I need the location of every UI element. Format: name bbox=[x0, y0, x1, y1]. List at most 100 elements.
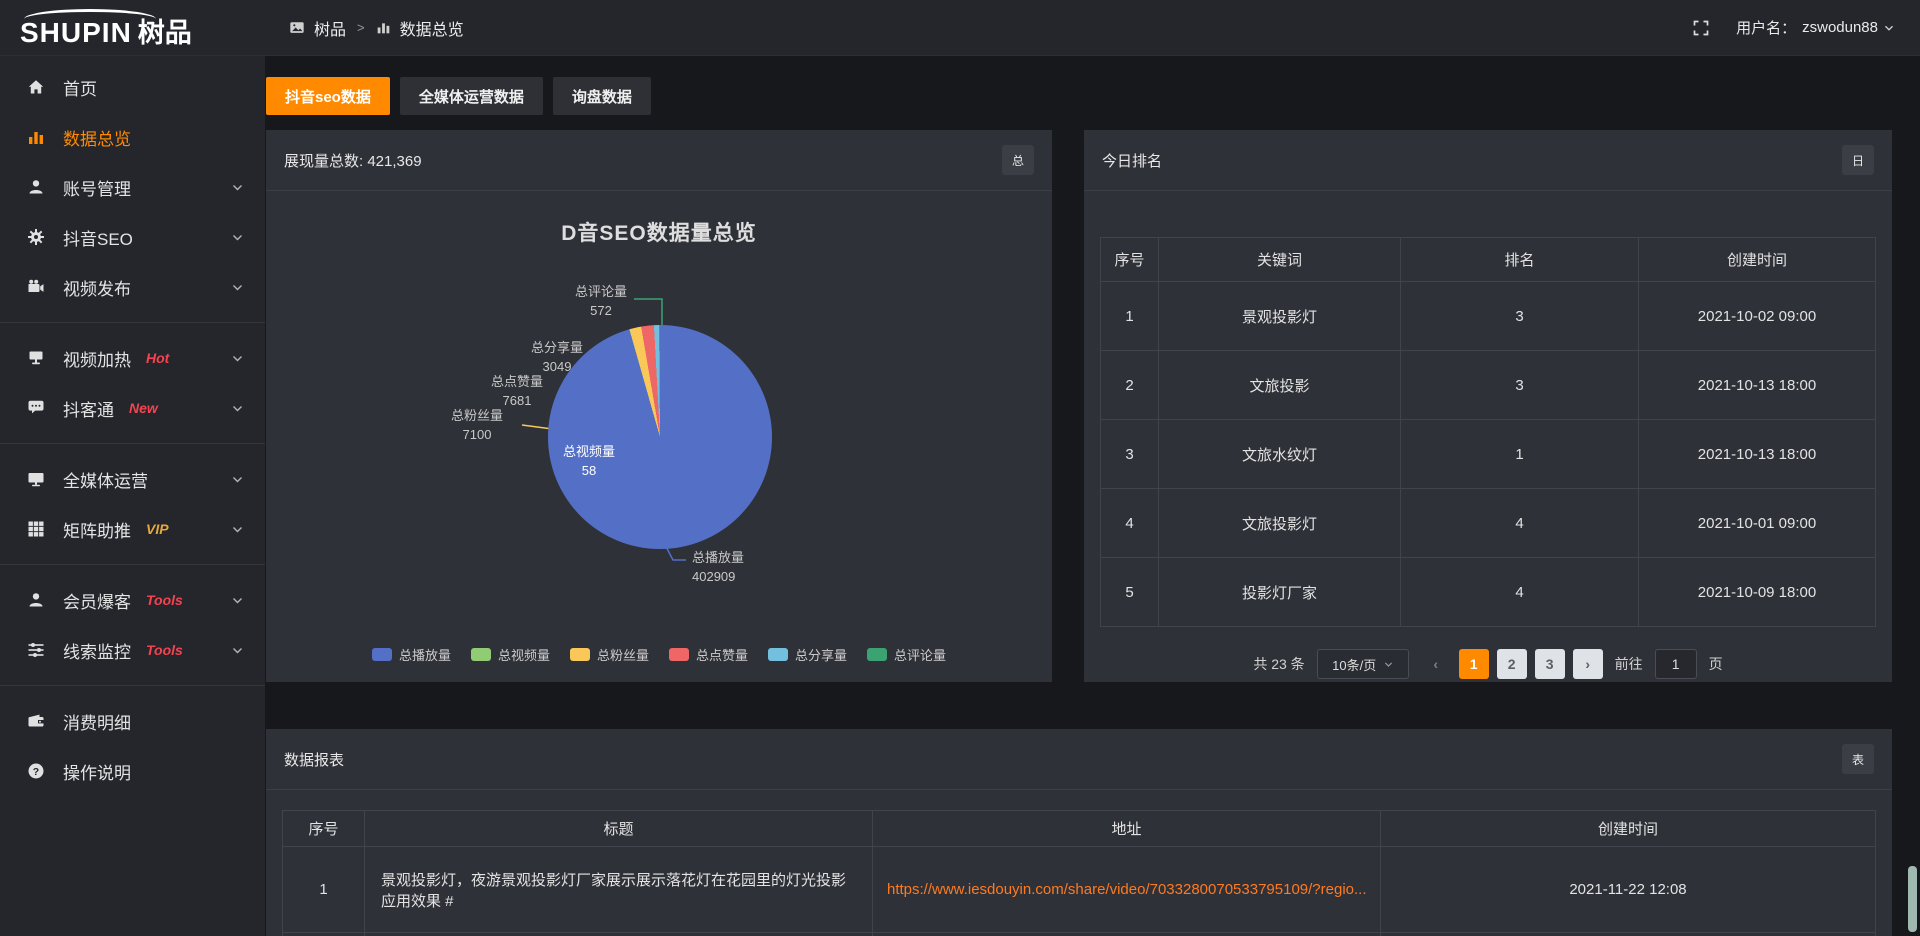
chevron-down-icon bbox=[232, 646, 243, 655]
table-row[interactable]: 1景观投影灯 32021-10-02 09:00 bbox=[1101, 282, 1876, 351]
legend-item[interactable]: 总评论量 bbox=[867, 645, 946, 664]
sidebar-item-label: 视频发布 bbox=[63, 275, 131, 300]
sidebar-item-label: 数据总览 bbox=[63, 125, 131, 150]
report-title-cell: 景观投影灯，夜游景观投影灯厂家展示展示落花灯在花园里的灯光投影应用效果 # bbox=[365, 847, 873, 933]
badge-hot: Hot bbox=[146, 350, 169, 366]
legend-swatch bbox=[867, 648, 887, 661]
legend-item[interactable]: 总粉丝量 bbox=[570, 645, 649, 664]
impressions-label: 展现量总数: bbox=[284, 153, 363, 170]
sidebar-item-video-publish[interactable]: 视频发布 bbox=[0, 262, 265, 312]
sidebar-item-label: 视频加热 bbox=[63, 346, 131, 371]
pagination: 共 23 条 10条/页 ‹ 1 2 3 › 前往 页 bbox=[1100, 649, 1876, 679]
logo-text-en: SHUPIN bbox=[20, 19, 132, 47]
sidebar-item-media-operation[interactable]: 全媒体运营 bbox=[0, 454, 265, 504]
impressions-value: 421,369 bbox=[367, 153, 421, 170]
table-row[interactable]: 5投影灯厂家 42021-10-09 18:00 bbox=[1101, 558, 1876, 627]
page-size-select[interactable]: 10条/页 bbox=[1317, 649, 1409, 679]
sidebar-item-consumption[interactable]: 消费明细 bbox=[0, 696, 265, 746]
sidebar-item-label: 抖音SEO bbox=[63, 225, 133, 250]
home-icon bbox=[27, 78, 47, 96]
badge-new: New bbox=[129, 400, 158, 416]
sidebar-item-account[interactable]: 账号管理 bbox=[0, 162, 265, 212]
pie-label-videos: 总视频量58 bbox=[544, 443, 634, 481]
sidebar-item-douketong[interactable]: 抖客通 New bbox=[0, 383, 265, 433]
table-view-button[interactable]: 表 bbox=[1842, 744, 1874, 774]
chevron-down-icon bbox=[232, 233, 243, 242]
legend-item[interactable]: 总播放量 bbox=[372, 645, 451, 664]
sidebar-item-video-heat[interactable]: 视频加热 Hot bbox=[0, 333, 265, 383]
impressions-total: 展现量总数: 421,369 bbox=[284, 150, 422, 171]
legend-swatch bbox=[768, 648, 788, 661]
sidebar-item-lead-monitor[interactable]: 线索监控 Tools bbox=[0, 625, 265, 675]
page-button-2[interactable]: 2 bbox=[1497, 649, 1527, 679]
table-header-row: 序号标题 地址创建时间 bbox=[283, 811, 1876, 847]
sidebar-item-label: 账号管理 bbox=[63, 175, 131, 200]
sidebar-item-label: 会员爆客 bbox=[63, 588, 131, 613]
chevron-down-icon bbox=[1884, 24, 1894, 32]
badge-tools: Tools bbox=[146, 642, 183, 658]
sidebar-item-label: 矩阵助推 bbox=[63, 517, 131, 542]
table-row[interactable]: 4文旅投影灯 42021-10-01 09:00 bbox=[1101, 489, 1876, 558]
tab-media-operation-data[interactable]: 全媒体运营数据 bbox=[400, 77, 543, 115]
chevron-down-icon bbox=[232, 283, 243, 292]
sliders-icon bbox=[27, 641, 47, 659]
table-row[interactable] bbox=[283, 933, 1876, 936]
tab-inquiry-data[interactable]: 询盘数据 bbox=[553, 77, 651, 115]
pie-label-fans: 总粉丝量7100 bbox=[432, 407, 522, 445]
legend-item[interactable]: 总分享量 bbox=[768, 645, 847, 664]
panel-title: 数据报表 bbox=[284, 749, 344, 770]
sidebar-item-label: 消费明细 bbox=[63, 709, 131, 734]
sidebar-item-member-baoke[interactable]: 会员爆客 Tools bbox=[0, 575, 265, 625]
next-page-button[interactable]: › bbox=[1573, 649, 1603, 679]
pagination-total: 共 23 条 bbox=[1253, 654, 1304, 674]
sidebar-item-label: 操作说明 bbox=[63, 759, 131, 784]
goto-label: 前往 bbox=[1615, 654, 1643, 674]
bar-chart-icon bbox=[27, 128, 47, 146]
chevron-down-icon bbox=[232, 404, 243, 413]
chevron-down-icon bbox=[232, 354, 243, 363]
fullscreen-icon[interactable] bbox=[1692, 19, 1710, 37]
table-row[interactable]: 1 景观投影灯，夜游景观投影灯厂家展示展示落花灯在花园里的灯光投影应用效果 # … bbox=[283, 847, 1876, 933]
sidebar-divider bbox=[0, 443, 265, 444]
user-icon bbox=[27, 178, 47, 196]
goto-page-input[interactable] bbox=[1655, 649, 1697, 679]
report-url-link[interactable]: https://www.iesdouyin.com/share/video/70… bbox=[873, 847, 1381, 933]
video-camera-icon bbox=[27, 278, 47, 296]
table-row[interactable]: 3文旅水纹灯 12021-10-13 18:00 bbox=[1101, 420, 1876, 489]
ranking-table: 序号关键词 排名创建时间 1景观投影灯 32021-10-02 09:00 2文… bbox=[1100, 237, 1876, 627]
app-header: SHUPIN 树品 树品 > 数据总览 用户名：zswodun88 bbox=[0, 0, 1920, 56]
legend-item[interactable]: 总点赞量 bbox=[669, 645, 748, 664]
page-button-1[interactable]: 1 bbox=[1459, 649, 1489, 679]
user-menu[interactable]: 用户名：zswodun88 bbox=[1736, 17, 1894, 38]
sidebar-item-instructions[interactable]: ? 操作说明 bbox=[0, 746, 265, 796]
table-row[interactable]: 2文旅投影 32021-10-13 18:00 bbox=[1101, 351, 1876, 420]
logo: SHUPIN 树品 bbox=[0, 9, 265, 47]
sidebar-item-matrix-boost[interactable]: 矩阵助推 VIP bbox=[0, 504, 265, 554]
prev-page-button[interactable]: ‹ bbox=[1421, 649, 1451, 679]
chevron-down-icon bbox=[232, 183, 243, 192]
tab-douyin-seo-data[interactable]: 抖音seo数据 bbox=[266, 77, 390, 115]
chevron-down-icon bbox=[232, 525, 243, 534]
legend-item[interactable]: 总视频量 bbox=[471, 645, 550, 664]
sidebar-divider bbox=[0, 685, 265, 686]
day-view-button[interactable]: 日 bbox=[1842, 145, 1874, 175]
breadcrumb-current[interactable]: 数据总览 bbox=[400, 16, 464, 40]
page-button-3[interactable]: 3 bbox=[1535, 649, 1565, 679]
sidebar-divider bbox=[0, 564, 265, 565]
scrollbar-thumb[interactable] bbox=[1908, 866, 1917, 932]
person-icon bbox=[27, 591, 47, 609]
logo-text-cn: 树品 bbox=[138, 20, 192, 47]
pie-label-comments: 总评论量572 bbox=[561, 283, 641, 321]
chevron-down-icon bbox=[232, 475, 243, 484]
app-icon bbox=[289, 20, 305, 36]
total-view-button[interactable]: 总 bbox=[1002, 145, 1034, 175]
sidebar-item-douyin-seo[interactable]: 抖音SEO bbox=[0, 212, 265, 262]
table-header-row: 序号关键词 排名创建时间 bbox=[1101, 238, 1876, 282]
sidebar: 首页 数据总览 账号管理 抖音SEO 视频发布 视频加热 Hot 抖客通 New… bbox=[0, 56, 265, 936]
sidebar-item-data-overview[interactable]: 数据总览 bbox=[0, 112, 265, 162]
sidebar-item-label: 首页 bbox=[63, 75, 97, 100]
badge-vip: VIP bbox=[146, 521, 169, 537]
badge-tools: Tools bbox=[146, 592, 183, 608]
breadcrumb-root[interactable]: 树品 bbox=[314, 16, 346, 40]
sidebar-item-home[interactable]: 首页 bbox=[0, 62, 265, 112]
